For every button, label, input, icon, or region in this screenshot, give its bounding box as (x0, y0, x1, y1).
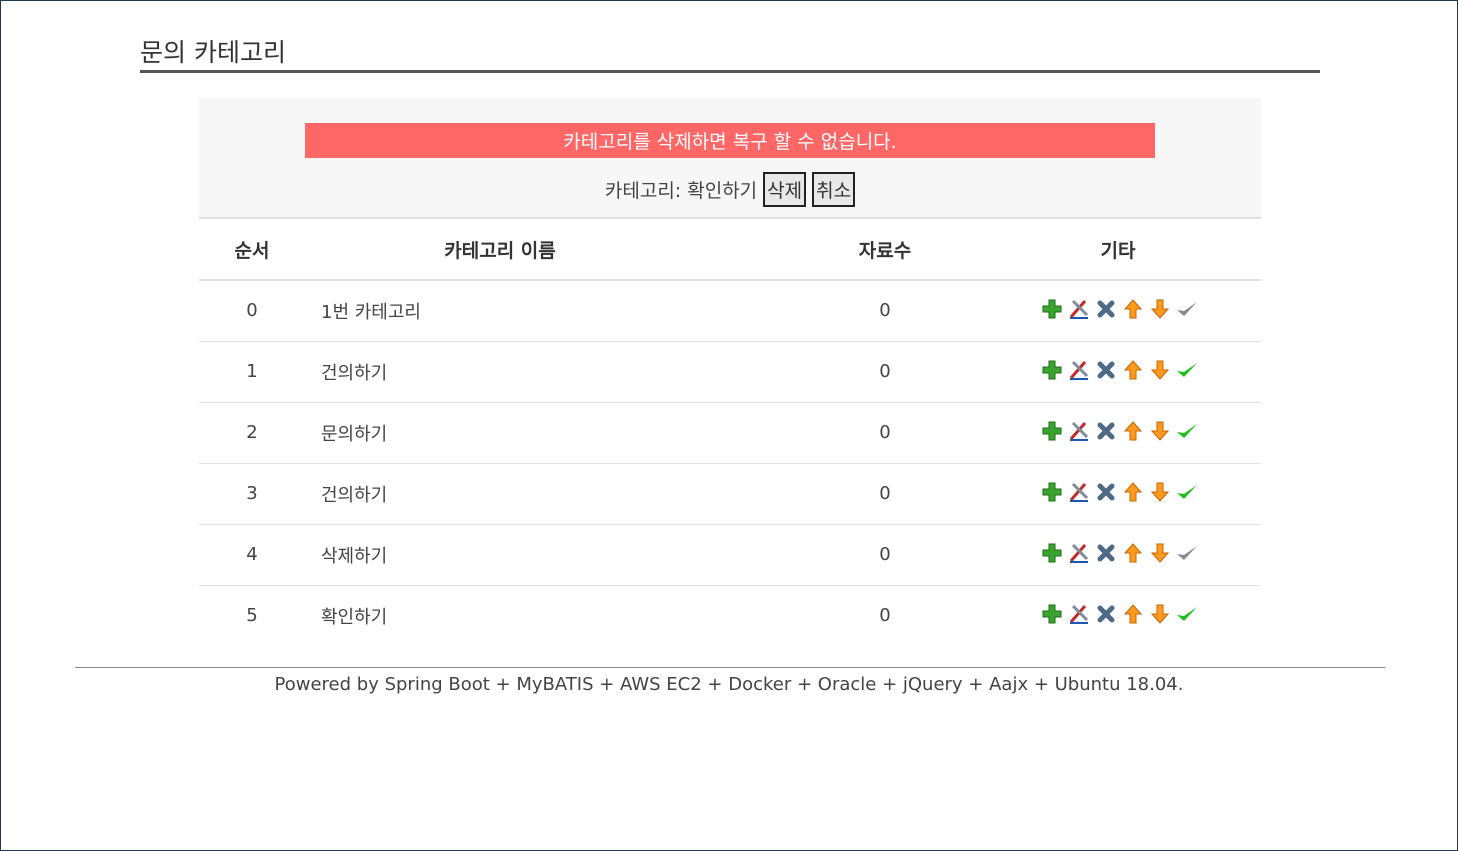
confirm-category-text: 카테고리: 확인하기 (604, 179, 758, 202)
row-count: 0 (795, 341, 975, 403)
add-icon[interactable] (1041, 481, 1063, 503)
row-count: 0 (795, 280, 975, 342)
table-row: 1 건의하기 0 (199, 341, 1261, 403)
table-header-row: 순서 카테고리 이름 자료수 기타 (199, 219, 1261, 281)
table-row: 0 1번 카테고리 0 (199, 280, 1261, 342)
row-order: 0 (199, 280, 305, 342)
delete-icon[interactable] (1095, 359, 1117, 381)
page-title: 문의 카테고리 (140, 33, 1320, 73)
add-icon[interactable] (1041, 298, 1063, 320)
add-icon[interactable] (1041, 420, 1063, 442)
row-actions (975, 341, 1261, 403)
move-up-icon[interactable] (1122, 359, 1144, 381)
delete-icon[interactable] (1095, 481, 1117, 503)
row-category-name: 삭제하기 (305, 524, 795, 586)
row-count: 0 (795, 463, 975, 525)
check-icon[interactable] (1176, 359, 1198, 381)
delete-icon[interactable] (1095, 542, 1117, 564)
category-table: 순서 카테고리 이름 자료수 기타 0 1번 카테고리 0 1 건의하기 0 2 문의하기 0 3… (199, 219, 1261, 646)
move-down-icon[interactable] (1149, 603, 1171, 625)
header-etc: 기타 (975, 219, 1261, 281)
row-count: 0 (795, 524, 975, 586)
row-count: 0 (879, 605, 891, 627)
edit-icon[interactable] (1068, 542, 1090, 564)
delete-icon[interactable] (1095, 420, 1117, 442)
add-icon[interactable] (1041, 359, 1063, 381)
move-down-icon[interactable] (1149, 420, 1171, 442)
row-category-name: 1번 카테고리 (305, 280, 795, 342)
delete-confirm-row: 카테고리: 확인하기 삭제 취소 (199, 171, 1261, 207)
move-up-icon[interactable] (1122, 603, 1144, 625)
row-category-name: 문의하기 (305, 402, 795, 464)
row-category-name: 확인하기 (321, 606, 388, 628)
move-down-icon[interactable] (1149, 542, 1171, 564)
row-order: 2 (199, 402, 305, 464)
move-down-icon[interactable] (1149, 481, 1171, 503)
move-up-icon[interactable] (1122, 481, 1144, 503)
table-row: 4 삭제하기 0 (199, 524, 1261, 586)
delete-warning-message: 카테고리를 삭제하면 복구 할 수 없습니다. (305, 123, 1155, 158)
row-order: 3 (199, 463, 305, 525)
add-icon[interactable] (1041, 603, 1063, 625)
add-icon[interactable] (1041, 542, 1063, 564)
check-icon[interactable] (1176, 420, 1198, 442)
edit-icon[interactable] (1068, 603, 1090, 625)
check-icon[interactable] (1176, 542, 1198, 564)
check-icon[interactable] (1176, 603, 1198, 625)
table-row: 2 문의하기 0 (199, 402, 1261, 464)
footer-text: Powered by Spring Boot + MyBATIS + AWS E… (274, 674, 1184, 695)
row-order: 1 (199, 341, 305, 403)
header-order: 순서 (199, 219, 305, 281)
edit-icon[interactable] (1068, 481, 1090, 503)
table-row: 3 건의하기 0 (199, 463, 1261, 525)
move-up-icon[interactable] (1122, 542, 1144, 564)
edit-icon[interactable] (1068, 420, 1090, 442)
edit-icon[interactable] (1068, 298, 1090, 320)
header-category-name: 카테고리 이름 (305, 219, 795, 281)
row-actions (975, 524, 1261, 586)
delete-confirm-area: 카테고리를 삭제하면 복구 할 수 없습니다. 카테고리: 확인하기 삭제 취소 (199, 98, 1261, 219)
cancel-button[interactable]: 취소 (812, 171, 856, 207)
delete-icon[interactable] (1095, 298, 1117, 320)
move-down-icon[interactable] (1149, 298, 1171, 320)
footer-divider (75, 667, 1385, 668)
move-up-icon[interactable] (1122, 298, 1144, 320)
row-order: 4 (199, 524, 305, 586)
category-panel: 카테고리를 삭제하면 복구 할 수 없습니다. 카테고리: 확인하기 삭제 취소… (199, 98, 1261, 646)
row-category-name: 건의하기 (305, 463, 795, 525)
move-down-icon[interactable] (1149, 359, 1171, 381)
row-category-name: 건의하기 (305, 341, 795, 403)
move-up-icon[interactable] (1122, 420, 1144, 442)
row-order: 5 (246, 605, 258, 627)
row-actions (975, 585, 1261, 646)
delete-icon[interactable] (1095, 603, 1117, 625)
table-row: 5 확인하기 0 (199, 585, 1261, 646)
row-actions (975, 280, 1261, 342)
check-icon[interactable] (1176, 298, 1198, 320)
row-actions (975, 463, 1261, 525)
check-icon[interactable] (1176, 481, 1198, 503)
delete-button[interactable]: 삭제 (763, 171, 807, 207)
row-count: 0 (795, 402, 975, 464)
row-actions (975, 402, 1261, 464)
edit-icon[interactable] (1068, 359, 1090, 381)
header-count: 자료수 (795, 219, 975, 281)
